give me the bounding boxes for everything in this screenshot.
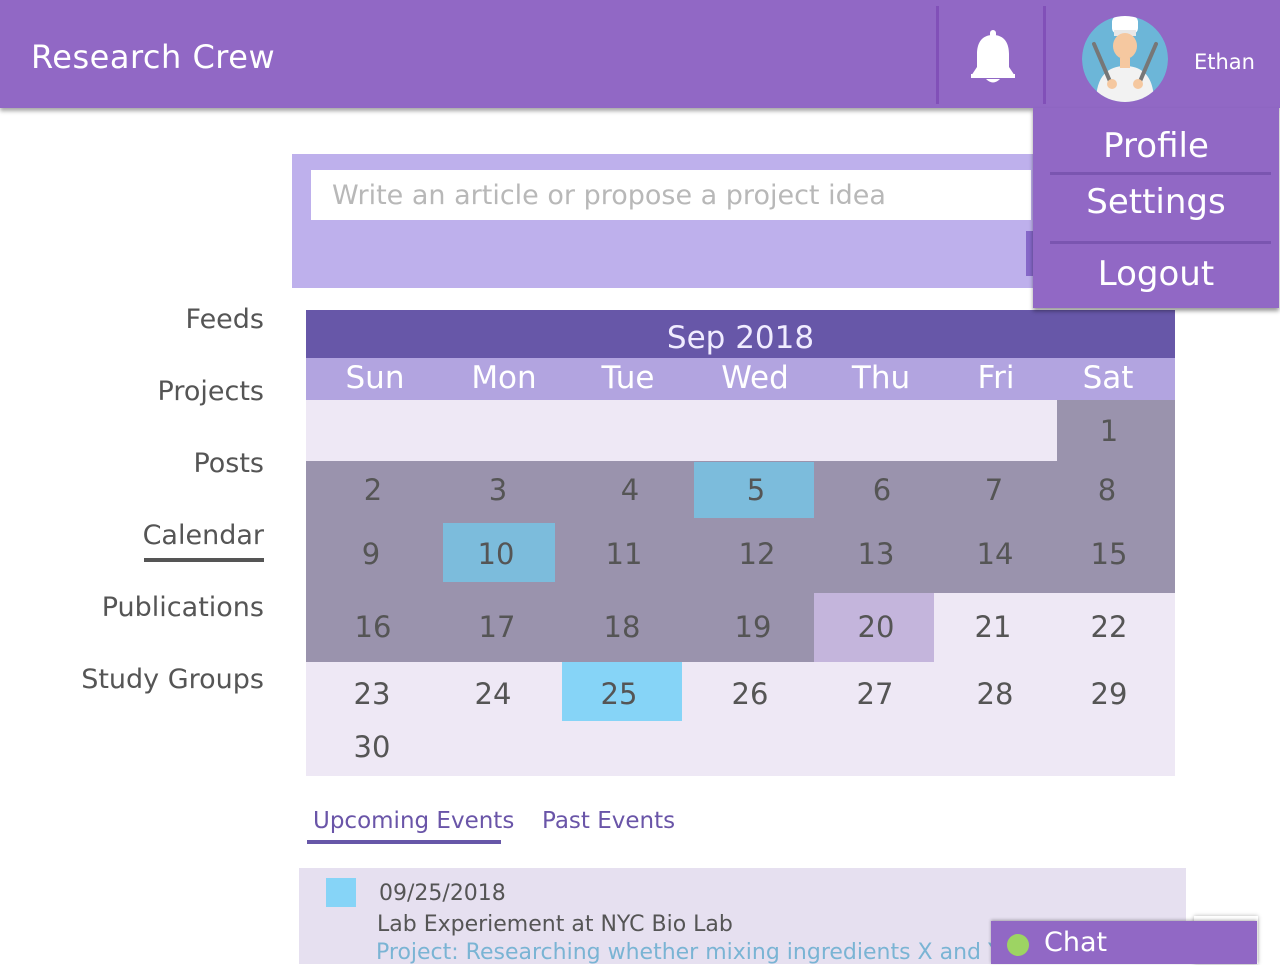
calendar-date[interactable]: 8 <box>1098 473 1116 507</box>
menu-item-settings[interactable]: Settings <box>1033 182 1279 222</box>
calendar-date[interactable]: 18 <box>604 610 641 644</box>
event-title: Lab Experiement at NYC Bio Lab <box>377 912 733 937</box>
weekday-label: Thu <box>851 360 911 396</box>
chef-avatar-icon[interactable] <box>1082 16 1168 102</box>
calendar-date[interactable]: 10 <box>478 537 515 571</box>
active-tab-indicator <box>307 840 501 844</box>
sidebar-item-publications[interactable]: Publications <box>102 592 264 623</box>
calendar-date[interactable]: 27 <box>857 677 894 711</box>
calendar-date[interactable]: 25 <box>601 677 638 711</box>
calendar-date[interactable]: 30 <box>354 730 391 764</box>
weekday-label: Sat <box>1082 360 1134 396</box>
calendar-date[interactable]: 24 <box>475 677 512 711</box>
active-nav-indicator <box>144 558 264 562</box>
menu-item-logout[interactable]: Logout <box>1033 254 1279 294</box>
user-menu: Profile Settings Logout <box>1033 108 1279 308</box>
calendar-date[interactable]: 28 <box>977 677 1014 711</box>
tab-past-events[interactable]: Past Events <box>542 808 675 834</box>
composer <box>292 154 1052 288</box>
calendar-date[interactable]: 2 <box>364 473 382 507</box>
calendar-date[interactable]: 16 <box>355 610 392 644</box>
calendar-date[interactable]: 17 <box>479 610 516 644</box>
sidebar-item-study-groups[interactable]: Study Groups <box>81 664 264 695</box>
event-date: 09/25/2018 <box>379 881 506 906</box>
weekday-label: Mon <box>471 360 537 396</box>
calendar-date[interactable]: 12 <box>739 537 776 571</box>
sidebar-item-feeds[interactable]: Feeds <box>186 304 264 335</box>
bell-icon[interactable] <box>968 30 1018 86</box>
divider <box>936 6 939 104</box>
calendar-date[interactable]: 14 <box>977 537 1014 571</box>
calendar-date[interactable]: 20 <box>858 610 895 644</box>
sidebar-item-projects[interactable]: Projects <box>158 376 264 407</box>
calendar-date[interactable]: 6 <box>873 473 891 507</box>
tab-upcoming-events[interactable]: Upcoming Events <box>313 808 514 834</box>
sidebar-item-posts[interactable]: Posts <box>193 448 264 479</box>
calendar-date[interactable]: 15 <box>1091 537 1128 571</box>
chat-bar[interactable]: Chat <box>991 921 1257 964</box>
calendar-date[interactable]: 26 <box>732 677 769 711</box>
app-title[interactable]: Research Crew <box>31 38 275 76</box>
weekday-label: Fri <box>977 360 1015 396</box>
calendar-date[interactable]: 3 <box>489 473 507 507</box>
menu-divider <box>1050 241 1271 244</box>
composer-input[interactable] <box>311 170 1031 220</box>
weekday-header: Sun Mon Tue Wed Thu Fri Sat <box>306 358 1175 400</box>
calendar-date[interactable]: 4 <box>621 473 639 507</box>
calendar-date[interactable]: 29 <box>1091 677 1128 711</box>
calendar-date[interactable]: 13 <box>858 537 895 571</box>
weekday-label: Tue <box>601 360 655 396</box>
calendar-date[interactable]: 22 <box>1091 610 1128 644</box>
online-status-dot <box>1007 934 1029 956</box>
calendar-grid: 1 2 3 4 5 6 7 8 9 10 11 12 13 14 15 16 1… <box>306 400 1175 776</box>
weekday-label: Sun <box>345 360 405 396</box>
menu-item-profile[interactable]: Profile <box>1033 126 1279 166</box>
calendar-date[interactable]: 9 <box>362 537 380 571</box>
chat-label: Chat <box>1044 927 1108 958</box>
sidebar-item-calendar[interactable]: Calendar <box>143 520 264 551</box>
menu-divider <box>1050 172 1271 175</box>
weekday-label: Wed <box>721 360 789 396</box>
calendar-date[interactable]: 5 <box>747 473 765 507</box>
calendar-date[interactable]: 23 <box>354 677 391 711</box>
user-name[interactable]: Ethan <box>1194 50 1255 74</box>
calendar-date[interactable]: 19 <box>735 610 772 644</box>
calendar-date[interactable]: 1 <box>1100 414 1118 448</box>
event-color-swatch <box>326 878 356 907</box>
calendar-month-title: Sep 2018 <box>306 310 1175 358</box>
event-project-link[interactable]: Project: Researching whether mixing ingr… <box>376 940 1031 965</box>
top-bar: Research Crew Ethan <box>0 0 1280 108</box>
calendar-date[interactable]: 21 <box>975 610 1012 644</box>
calendar-date[interactable]: 11 <box>606 537 643 571</box>
calendar-date[interactable]: 7 <box>985 473 1003 507</box>
divider <box>1043 6 1046 104</box>
